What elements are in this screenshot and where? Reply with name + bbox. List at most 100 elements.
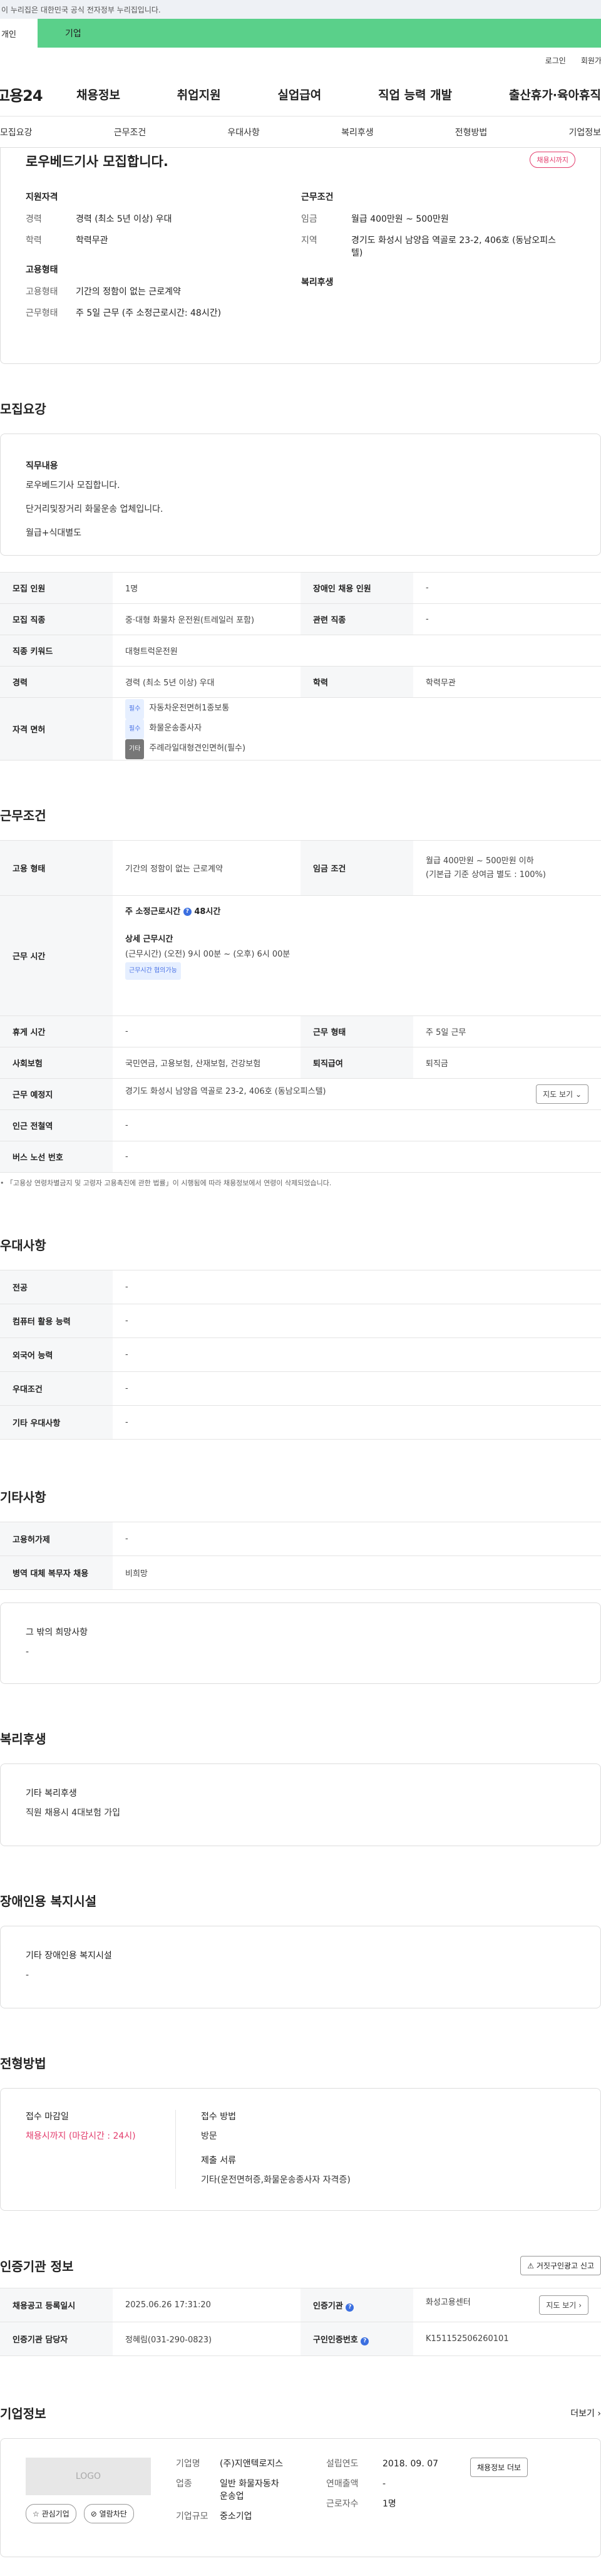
gnb-item-support[interactable]: 취업지원 <box>177 86 221 103</box>
table-value: 월급 400만원 ~ 500만원 이하 (기본급 기준 상여금 별도 : 100… <box>413 840 601 896</box>
company-value: 중소기업 <box>220 2511 252 2521</box>
table-label: 경력 <box>0 666 113 698</box>
cert-org-name: 화성고용센터 <box>426 2298 471 2307</box>
table-row: 사회보험 국민연금, 고용보험, 산재보험, 건강보험 퇴직급여 퇴직금 <box>0 1047 601 1079</box>
summary-value: 학력무관 <box>76 236 108 246</box>
summary-label: 임금 <box>301 214 317 224</box>
company-label: 근로자수 <box>326 2499 359 2509</box>
gnb-item-leave[interactable]: 출산휴가·육아휴직 <box>509 86 601 103</box>
age-law-note: • 「고용상 연령차별금지 및 고령자 고용촉진에 관한 법률」이 시행됨에 따… <box>0 1179 332 1187</box>
company-jobs-button[interactable]: 채용정보 더보 <box>470 2458 528 2477</box>
summary-left: 지원자격 경력 경력 (최소 5년 이상) 우대 학력 학력무관 고용형태 고용형태… <box>26 190 301 328</box>
welfare-section-title: 복리후생 <box>0 1732 46 1747</box>
gnb-item-benefit[interactable]: 실업급여 <box>277 86 321 103</box>
block-icon: ⊘ <box>90 2510 97 2518</box>
table-label: 관련 직종 <box>300 603 413 635</box>
site-logo[interactable]: 고용24 <box>0 83 76 105</box>
table-value: - <box>113 1141 601 1173</box>
weekly-hours-value: 48시간 <box>194 907 221 917</box>
table-label: 근무 형태 <box>300 1015 413 1047</box>
info-icon[interactable]: ? <box>183 908 192 916</box>
cert-section-title: 인증기관 정보 <box>0 2259 74 2274</box>
license-list: 필수 자동차운전면허1종보통 필수 화물운송종사자 기타 주례라일대형견인면허(필수) <box>113 697 601 761</box>
table-label: 근무 시간 <box>0 895 113 1016</box>
disability-value: - <box>26 1970 29 1980</box>
wish-heading: 그 밖의 희망사항 <box>26 1628 88 1638</box>
utility-menu: 로그인 회원가입 <box>0 48 601 73</box>
deadline-heading: 접수 마감일 <box>26 2112 69 2122</box>
disability-heading: 기타 장애인용 복지시설 <box>26 1951 112 1961</box>
table-value: 1명 <box>113 572 300 604</box>
info-icon[interactable]: ? <box>346 2303 354 2312</box>
cert-map-button[interactable]: 지도 보기 › <box>539 2295 588 2315</box>
table-label: 버스 노선 번호 <box>0 1141 113 1173</box>
table-row: 외국어 능력 - <box>0 1337 601 1372</box>
favorite-company-button[interactable]: ☆ 관심기업 <box>26 2504 76 2523</box>
table-row: 전공 - <box>0 1270 601 1304</box>
table-value: - <box>113 1015 300 1047</box>
report-fake-ad-button[interactable]: ⚠ 거짓구인광고 신고 <box>520 2256 601 2275</box>
company-logo-block: LOGO ☆ 관심기업 ⊘ 열람차단 <box>26 2458 176 2538</box>
company-logo: LOGO <box>26 2458 151 2495</box>
table-value: - <box>113 1337 601 1372</box>
table-label: 인증기관 담당자 <box>0 2322 113 2356</box>
table-value: 비희망 <box>113 1555 601 1590</box>
tab-welfare[interactable]: 복리후생 <box>341 126 374 138</box>
summary-label: 학력 <box>26 236 42 246</box>
tab-recruit[interactable]: 모집요강 <box>0 126 33 138</box>
license-item: 화물운송종사자 <box>149 723 202 733</box>
gov-notice-bar: 이 누리집은 대한민국 공식 전자정부 누리집입니다. <box>0 0 601 19</box>
company-more-link[interactable]: 더보기 › <box>570 2407 601 2419</box>
gnb-item-training[interactable]: 직업 능력 개발 <box>378 86 452 103</box>
company-label: 업종 <box>176 2479 192 2489</box>
table-row: 우대조건 - <box>0 1371 601 1406</box>
table-label: 컴퓨터 활용 능력 <box>0 1304 113 1338</box>
summary-value: 주 5일 근무 (주 소정근로시간: 48시간) <box>76 308 222 318</box>
license-item: 주례라일대형견인면허(필수) <box>149 743 246 753</box>
signup-link[interactable]: 회원가입 <box>581 55 601 66</box>
summary-label: 경력 <box>26 214 42 224</box>
tab-conditions[interactable]: 근무조건 <box>114 126 146 138</box>
company-value: 2018. 09. 07 <box>383 2459 439 2469</box>
tab-company[interactable]: 기업 <box>38 19 601 48</box>
summary-value: 월급 400만원 ~ 500만원 <box>351 214 449 224</box>
table-label: 사회보험 <box>0 1047 113 1079</box>
tab-company[interactable]: 기업정보 <box>568 126 601 138</box>
section-tabs: 모집요강 근무조건 우대사항 복리후생 전형방법 기업정보 <box>0 117 601 148</box>
company-label: 기업규모 <box>176 2511 208 2521</box>
table-row: 휴게 시간 - 근무 형태 주 5일 근무 <box>0 1015 601 1047</box>
conditions-heading: 근무조건 <box>301 192 334 202</box>
welfare-value: 직원 채용시 4대보험 가입 <box>26 1808 121 1818</box>
block-company-button[interactable]: ⊘ 열람차단 <box>83 2504 134 2523</box>
license-item: 자동차운전면허1종보통 <box>149 703 230 713</box>
table-value: - <box>113 1405 601 1440</box>
table-row: 채용공고 등록일시 2025.06.26 17:31:20 인증기관 ? 화성고… <box>0 2288 601 2322</box>
tab-personal[interactable]: 개인 <box>0 19 38 48</box>
documents-heading: 제출 서류 <box>201 2156 236 2166</box>
detail-hours-label: 상세 근무시간 <box>125 935 173 944</box>
company-label: 설립연도 <box>326 2459 359 2469</box>
table-row: 근무 예정지 경기도 화성시 남양읍 역골로 23-2, 406호 (동남오피스… <box>0 1078 601 1110</box>
gnb-item-jobs[interactable]: 채용정보 <box>76 86 120 103</box>
info-icon[interactable]: ? <box>361 2337 369 2345</box>
table-value: 퇴직금 <box>413 1047 601 1079</box>
table-value: 대형트럭운전원 <box>113 635 601 667</box>
table-label: 인증기관 ? <box>300 2288 413 2322</box>
tab-preference[interactable]: 우대사항 <box>227 126 260 138</box>
map-view-button[interactable]: 지도 보기 ⌄ <box>536 1084 588 1104</box>
table-value: - <box>113 1522 601 1556</box>
table-label: 우대조건 <box>0 1371 113 1406</box>
detail-hours-value: (근무시간) (오전) 9시 00분 ~ (오후) 6시 00분 <box>125 950 290 959</box>
job-summary-card: 로우베드기사 모집합니다. 채용시까지 지원자격 경력 경력 (최소 5년 이상)… <box>0 148 601 364</box>
table-label: 직종 키워드 <box>0 635 113 667</box>
company-label: 연매출액 <box>326 2479 359 2489</box>
disability-box: 기타 장애인용 복지시설 - <box>0 1926 601 2008</box>
table-value: - <box>113 1304 601 1338</box>
job-desc-line: 로우베드기사 모집합니다. <box>26 480 120 491</box>
company-value: - <box>383 2479 386 2489</box>
table-row: 인근 전철역 - <box>0 1109 601 1141</box>
login-link[interactable]: 로그인 <box>545 55 566 66</box>
tab-process[interactable]: 전형방법 <box>455 126 488 138</box>
table-value: - <box>413 603 601 635</box>
wish-box: 그 밖의 희망사항 - <box>0 1602 601 1684</box>
